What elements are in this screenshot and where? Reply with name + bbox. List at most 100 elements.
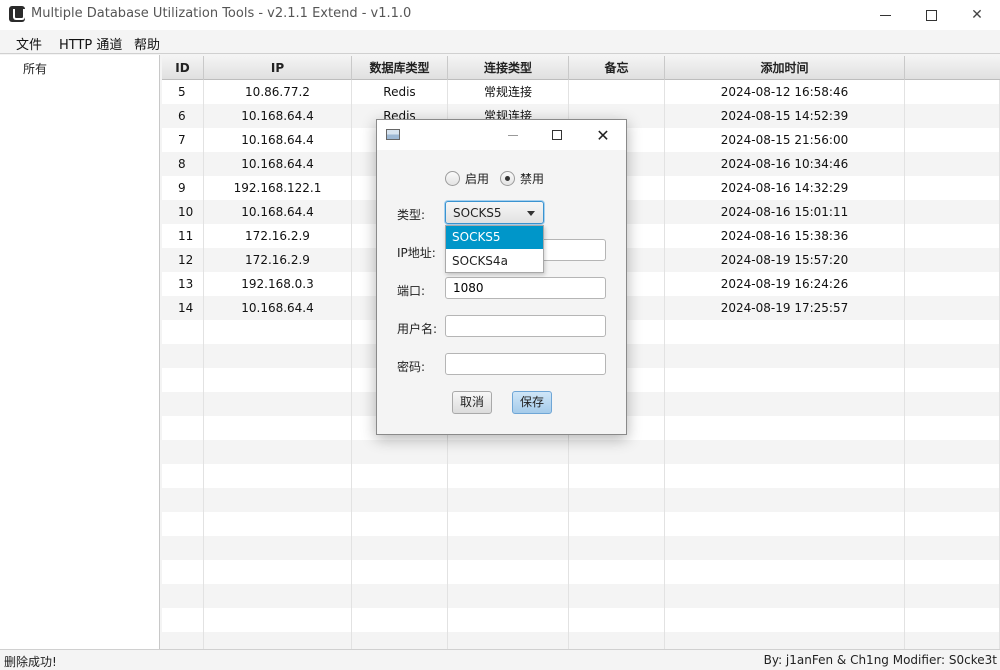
empty-table-row [162, 584, 1000, 608]
cell-ip [204, 536, 352, 560]
cell-id: 10 [162, 200, 204, 224]
cell-added-time [665, 440, 905, 464]
radio-enable[interactable]: 启用 [445, 170, 489, 187]
column-header-added-time[interactable]: 添加时间 [665, 56, 905, 80]
maximize-button[interactable] [908, 0, 954, 30]
app-logo-icon [9, 6, 25, 22]
column-header-filler [905, 56, 1000, 80]
empty-table-row [162, 464, 1000, 488]
type-label: 类型: [397, 208, 426, 222]
cell-memo [569, 488, 665, 512]
password-field[interactable] [445, 353, 606, 375]
sidebar-tree: 所有 [0, 55, 160, 649]
chevron-down-icon [527, 211, 535, 216]
cell-conn-type: 常规连接 [448, 80, 569, 104]
cell-memo [569, 512, 665, 536]
radio-disable[interactable]: 禁用 [500, 170, 544, 187]
dialog-minimize-button[interactable] [491, 120, 535, 150]
cell-filler [905, 104, 1000, 128]
cell-added-time [665, 392, 905, 416]
cell-ip: 10.168.64.4 [204, 128, 352, 152]
cell-id [162, 416, 204, 440]
username-field[interactable] [445, 315, 606, 337]
column-header-id[interactable]: ID [162, 56, 204, 80]
cell-ip [204, 608, 352, 632]
dropdown-option-socks4a[interactable]: SOCKS4a [446, 250, 543, 273]
cell-id: 8 [162, 152, 204, 176]
cell-id: 13 [162, 272, 204, 296]
cell-filler [905, 536, 1000, 560]
cell-id [162, 440, 204, 464]
port-field[interactable] [445, 277, 606, 299]
cell-ip [204, 584, 352, 608]
proxy-type-value: SOCKS5 [453, 206, 502, 220]
cell-filler [905, 128, 1000, 152]
cell-ip: 10.168.64.4 [204, 152, 352, 176]
dialog-close-button[interactable]: ✕ [581, 120, 625, 150]
cell-conn-type [448, 536, 569, 560]
cell-added-time [665, 536, 905, 560]
column-header-memo[interactable]: 备忘 [569, 56, 665, 80]
cell-added-time [665, 320, 905, 344]
password-label: 密码: [397, 360, 426, 374]
dropdown-option-socks5[interactable]: SOCKS5 [446, 226, 543, 249]
cell-conn-type [448, 584, 569, 608]
cell-filler [905, 224, 1000, 248]
cell-added-time [665, 584, 905, 608]
cell-filler [905, 200, 1000, 224]
cell-id [162, 536, 204, 560]
cell-id [162, 392, 204, 416]
table-row[interactable]: 5 10.86.77.2 Redis 常规连接 2024-08-12 16:58:46 [162, 80, 1000, 104]
cell-conn-type [448, 608, 569, 632]
cell-filler [905, 416, 1000, 440]
cell-ip [204, 368, 352, 392]
minimize-icon [879, 14, 891, 16]
cell-ip: 10.168.64.4 [204, 200, 352, 224]
table-header: ID IP 数据库类型 连接类型 备忘 添加时间 [162, 56, 1000, 80]
radio-enable-label: 启用 [465, 172, 490, 186]
radio-disable-circle[interactable] [500, 171, 515, 186]
cell-added-time: 2024-08-12 16:58:46 [665, 80, 905, 104]
menu-http-tunnel[interactable]: HTTP 通道 [59, 34, 122, 53]
cell-filler [905, 320, 1000, 344]
column-header-db-type[interactable]: 数据库类型 [352, 56, 448, 80]
proxy-type-combobox[interactable]: SOCKS5 [445, 201, 544, 224]
cell-id: 7 [162, 128, 204, 152]
cell-id [162, 608, 204, 632]
radio-enable-circle[interactable] [445, 171, 460, 186]
menu-help[interactable]: 帮助 [134, 34, 160, 53]
empty-table-row [162, 608, 1000, 632]
empty-table-row [162, 440, 1000, 464]
cell-ip: 172.16.2.9 [204, 224, 352, 248]
cell-db-type [352, 608, 448, 632]
cell-conn-type [448, 560, 569, 584]
cell-id [162, 464, 204, 488]
cell-id [162, 512, 204, 536]
cell-added-time: 2024-08-19 16:24:26 [665, 272, 905, 296]
menu-file[interactable]: 文件 [16, 34, 42, 53]
cell-filler [905, 440, 1000, 464]
cell-added-time: 2024-08-16 15:38:36 [665, 224, 905, 248]
empty-table-row [162, 512, 1000, 536]
dialog-maximize-button[interactable] [535, 120, 579, 150]
cell-conn-type [448, 632, 569, 649]
cell-memo [569, 464, 665, 488]
cell-db-type [352, 584, 448, 608]
save-button[interactable]: 保存 [512, 391, 552, 414]
minimize-button[interactable] [862, 0, 908, 30]
column-header-conn-type[interactable]: 连接类型 [448, 56, 569, 80]
cell-ip [204, 320, 352, 344]
cell-memo [569, 632, 665, 649]
sidebar-item-all[interactable]: 所有 [23, 60, 47, 77]
close-button[interactable]: ✕ [954, 0, 1000, 30]
close-icon: ✕ [596, 125, 610, 145]
cell-added-time: 2024-08-16 14:32:29 [665, 176, 905, 200]
column-header-ip[interactable]: IP [204, 56, 352, 80]
cell-added-time [665, 488, 905, 512]
dialog-title-bar: ✕ [377, 120, 626, 150]
cell-filler [905, 560, 1000, 584]
empty-table-row [162, 632, 1000, 649]
cell-ip: 10.86.77.2 [204, 80, 352, 104]
cancel-button[interactable]: 取消 [452, 391, 492, 414]
cell-db-type: Redis [352, 80, 448, 104]
